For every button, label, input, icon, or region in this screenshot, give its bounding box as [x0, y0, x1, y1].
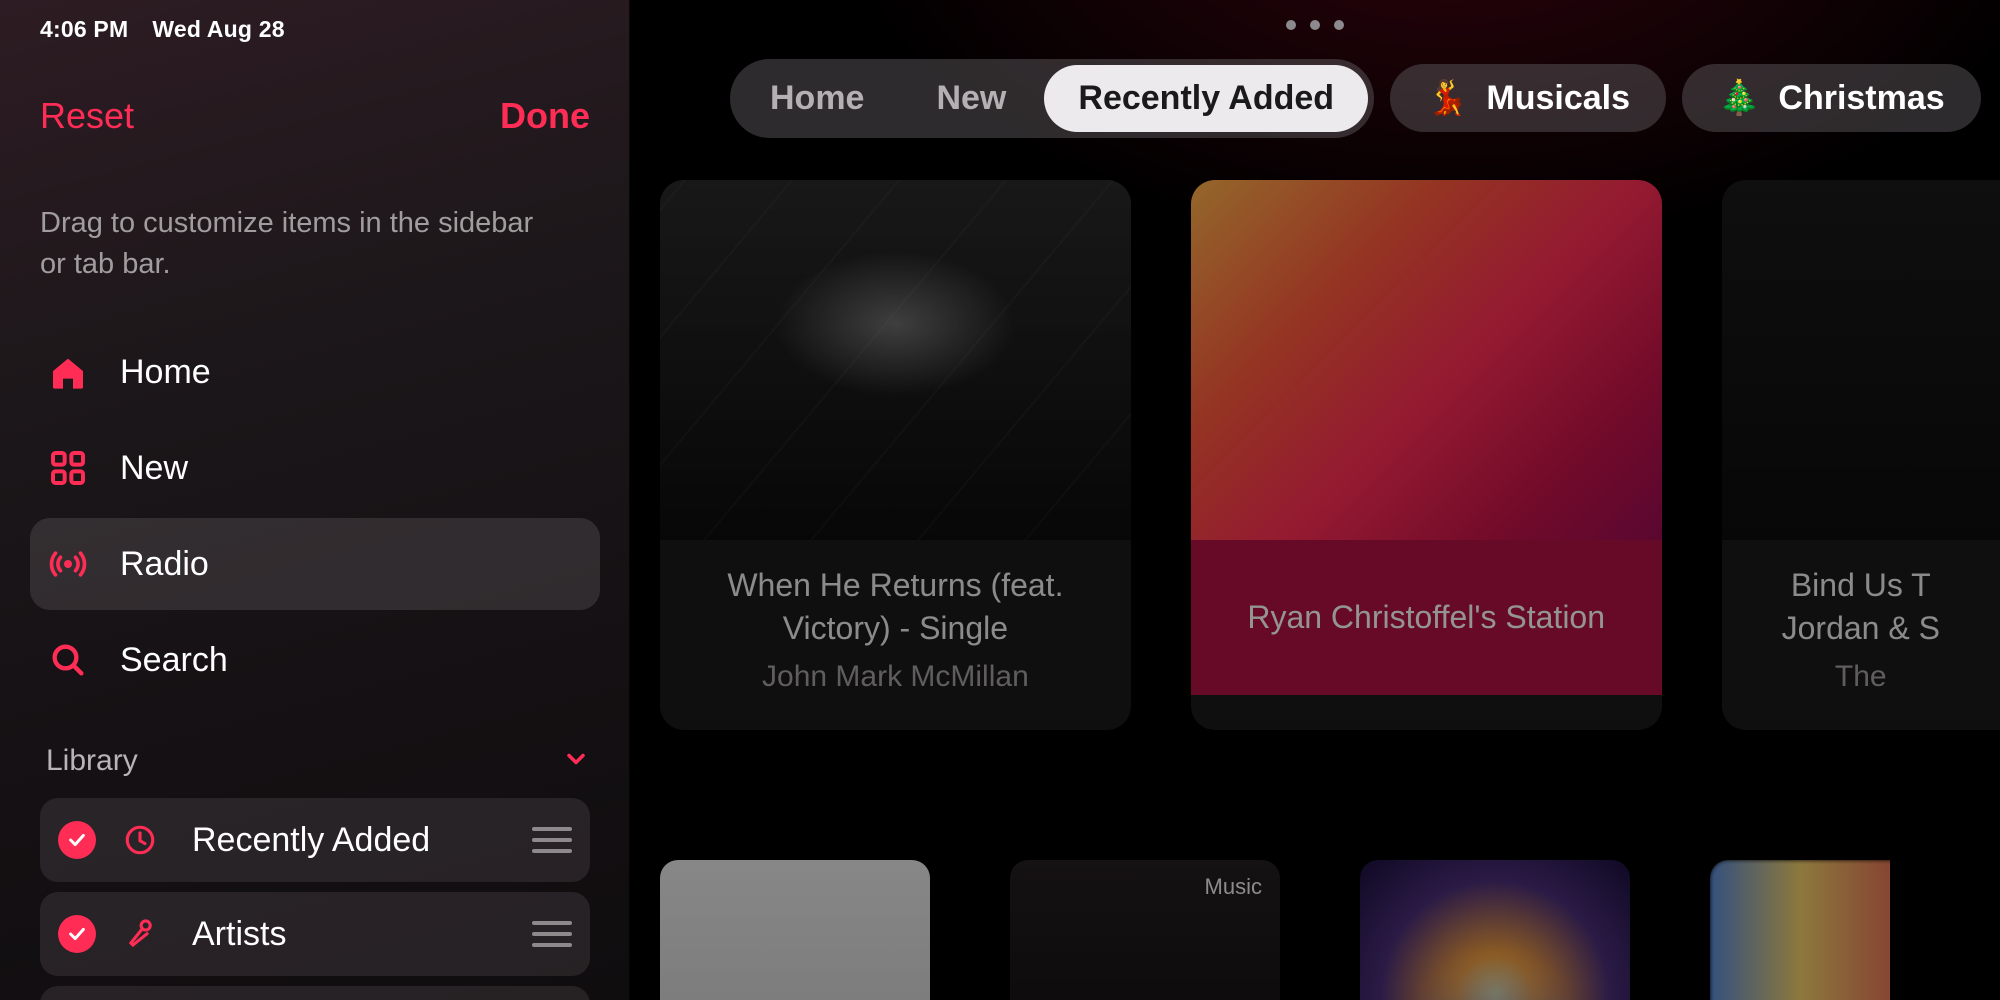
- library-item-label: Artists: [192, 915, 508, 954]
- album-title: When He Returns (feat. Victory) - Single: [688, 564, 1103, 650]
- album-card[interactable]: Bind Us TJordan & S The: [1722, 180, 2000, 730]
- tab-label: Christmas: [1778, 79, 1944, 118]
- playlist-thumbnail[interactable]: Music: [1010, 860, 1280, 1000]
- album-art: [1722, 180, 2000, 540]
- clock-icon: [120, 820, 160, 860]
- sidebar-item-home[interactable]: Home: [30, 326, 600, 418]
- sidebar-edit-panel: 4:06 PM Wed Aug 28 Reset Done Drag to cu…: [0, 0, 630, 1000]
- playlist-thumbnail[interactable]: [660, 860, 930, 1000]
- sidebar-instructions: Drag to customize items in the sidebar o…: [40, 203, 560, 284]
- status-date: Wed Aug 28: [152, 16, 284, 43]
- tab-home[interactable]: Home: [736, 65, 898, 132]
- playlist-thumbnail[interactable]: [1710, 860, 1890, 1000]
- tab-christmas[interactable]: 🎄 Christmas: [1682, 64, 1981, 132]
- chevron-down-icon: [562, 745, 590, 778]
- drag-handle-icon[interactable]: [532, 921, 572, 947]
- tab-group: Home New Recently Added: [730, 59, 1374, 138]
- sidebar-item-radio[interactable]: Radio: [30, 518, 600, 610]
- tab-label: Musicals: [1486, 79, 1630, 118]
- tab-musicals[interactable]: 💃 Musicals: [1390, 64, 1666, 132]
- station-card[interactable]: Ryan Christoffel's Station: [1191, 180, 1662, 730]
- playlist-thumbnail[interactable]: [1360, 860, 1630, 1000]
- album-artist: The: [1750, 660, 1972, 694]
- christmas-tree-emoji-icon: 🎄: [1718, 78, 1760, 118]
- sidebar-item-label: Radio: [120, 545, 209, 584]
- library-list: Recently Added Artists Albums: [40, 798, 590, 1000]
- tab-new[interactable]: New: [902, 65, 1040, 132]
- radio-icon: [48, 544, 88, 584]
- sidebar-item-new[interactable]: New: [30, 422, 600, 514]
- sidebar-item-search[interactable]: Search: [30, 614, 600, 706]
- checkmark-badge-icon[interactable]: [58, 821, 96, 859]
- grid-icon: [48, 448, 88, 488]
- library-item-artists[interactable]: Artists: [40, 892, 590, 976]
- search-icon: [48, 640, 88, 680]
- status-bar: 4:06 PM Wed Aug 28: [40, 0, 590, 43]
- checkmark-badge-icon[interactable]: [58, 915, 96, 953]
- reset-button[interactable]: Reset: [40, 95, 134, 137]
- sidebar-item-label: New: [120, 449, 188, 488]
- dancer-emoji-icon: 💃: [1426, 78, 1468, 118]
- sidebar-item-label: Search: [120, 641, 228, 680]
- library-section-header[interactable]: Library: [40, 744, 590, 778]
- album-title: Bind Us TJordan & S: [1750, 564, 1972, 650]
- library-item-albums[interactable]: Albums: [40, 986, 590, 1000]
- tab-bar: Home New Recently Added 💃 Musicals 🎄 Chr…: [730, 60, 2000, 136]
- drag-handle-icon[interactable]: [532, 827, 572, 853]
- album-art: [660, 180, 1131, 540]
- tab-recently-added[interactable]: Recently Added: [1044, 65, 1368, 132]
- library-item-recently-added[interactable]: Recently Added: [40, 798, 590, 882]
- sidebar-item-label: Home: [120, 353, 211, 392]
- apple-music-badge: Music: [1205, 874, 1262, 900]
- sidebar-nav: Home New Radio Search: [40, 324, 590, 708]
- library-item-label: Recently Added: [192, 821, 508, 860]
- library-title: Library: [46, 744, 138, 778]
- station-title: Ryan Christoffel's Station: [1211, 596, 1642, 639]
- main-content: Home New Recently Added 💃 Musicals 🎄 Chr…: [630, 0, 2000, 1000]
- album-card[interactable]: When He Returns (feat. Victory) - Single…: [660, 180, 1131, 730]
- status-time: 4:06 PM: [40, 16, 128, 43]
- station-art: [1191, 180, 1662, 540]
- multitask-dots-icon[interactable]: [1286, 20, 1344, 30]
- done-button[interactable]: Done: [500, 95, 590, 137]
- album-artist: John Mark McMillan: [688, 660, 1103, 694]
- microphone-icon: [120, 914, 160, 954]
- home-icon: [48, 352, 88, 392]
